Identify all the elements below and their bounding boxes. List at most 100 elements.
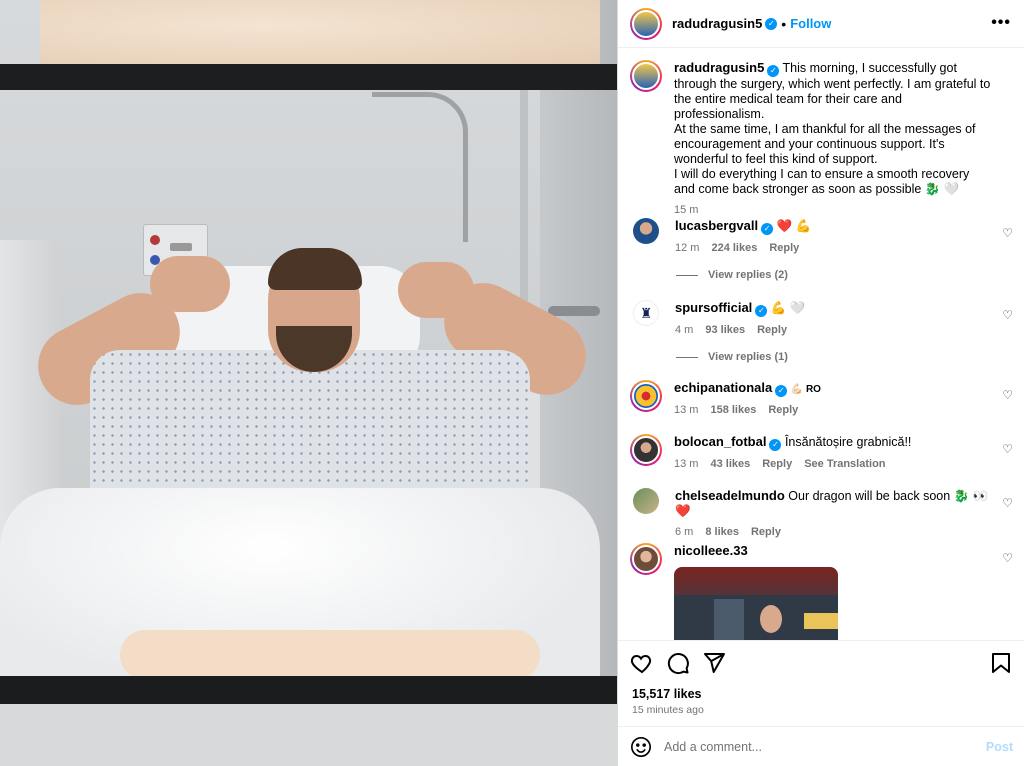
more-icon[interactable]: ••• bbox=[991, 14, 1011, 32]
comment-likes[interactable]: 43 likes bbox=[710, 458, 750, 470]
comment-item: lucasbergvall ✓ ❤️ 💪 12 m 224 likes Reply… bbox=[630, 218, 1013, 254]
comment-meta: 6 m 8 likes Reply bbox=[675, 526, 993, 538]
caption-line-2: At the same time, I am thankful for all … bbox=[674, 122, 976, 166]
comment-time: 13 m bbox=[674, 458, 699, 470]
post-header: radudragusin5 ✓ • Follow ••• bbox=[618, 0, 1024, 48]
comment-username[interactable]: bolocan_fotbal bbox=[674, 434, 766, 449]
photo-iv-pole bbox=[372, 92, 468, 242]
view-replies-button[interactable]: View replies (1) bbox=[676, 351, 788, 363]
comment-text: nicolleee.33 bbox=[674, 543, 992, 559]
caption-text: radudragusin5 ✓ This morning, I successfu… bbox=[674, 60, 992, 197]
caption-line-3: I will do everything I can to ensure a s… bbox=[674, 167, 970, 196]
comment-time: 13 m bbox=[674, 404, 699, 416]
comment-meta: 4 m 93 likes Reply bbox=[675, 324, 993, 336]
comment-image-face bbox=[760, 605, 782, 633]
post-button[interactable]: Post bbox=[986, 740, 1013, 754]
comment-body: 💪🏻 RO bbox=[790, 384, 821, 395]
share-icon[interactable] bbox=[702, 651, 726, 675]
comment-avatar[interactable] bbox=[633, 218, 659, 244]
comment-username[interactable]: chelseadelmundo bbox=[675, 488, 785, 503]
header-separator: • bbox=[781, 15, 787, 32]
bookmark-icon[interactable] bbox=[989, 651, 1013, 675]
comment-image[interactable] bbox=[674, 567, 838, 640]
verified-icon: ✓ bbox=[755, 305, 768, 317]
verified-icon: ✓ bbox=[765, 17, 778, 30]
comment-text: chelseadelmundo Our dragon will be back … bbox=[675, 488, 993, 519]
comment-icon[interactable] bbox=[666, 651, 690, 675]
photo-right-forearm bbox=[398, 262, 474, 318]
author-avatar[interactable] bbox=[630, 7, 662, 40]
author-username[interactable]: radudragusin5 bbox=[672, 16, 762, 31]
heart-icon[interactable]: ♡ bbox=[1002, 308, 1013, 322]
reply-button[interactable]: Reply bbox=[762, 458, 792, 470]
comment-username[interactable]: lucasbergvall bbox=[675, 218, 758, 233]
comment-meta: 13 m 43 likes Reply See Translation bbox=[674, 458, 992, 470]
reply-button[interactable]: Reply bbox=[751, 526, 781, 538]
see-translation-button[interactable]: See Translation bbox=[804, 458, 885, 470]
view-replies-line bbox=[676, 356, 698, 358]
view-replies-label: View replies (2) bbox=[708, 269, 788, 281]
comment-avatar[interactable] bbox=[630, 543, 662, 575]
emoji-icon[interactable] bbox=[630, 736, 652, 758]
verified-icon: ✓ bbox=[761, 223, 774, 235]
photo-blanket-top bbox=[40, 0, 600, 64]
comment-likes[interactable]: 93 likes bbox=[705, 324, 745, 336]
comment-body: Însănătoșire grabnică!! bbox=[784, 435, 912, 449]
photo-bed-rail-top bbox=[0, 64, 617, 90]
caption-meta: 15 m bbox=[674, 204, 992, 216]
comment-image-door bbox=[714, 599, 744, 640]
view-replies-button[interactable]: View replies (2) bbox=[676, 269, 788, 281]
comment-time: 4 m bbox=[675, 324, 694, 336]
comment-input[interactable] bbox=[664, 739, 986, 754]
caption-username[interactable]: radudragusin5 bbox=[674, 60, 764, 75]
comment-avatar[interactable]: ♜ bbox=[633, 300, 659, 326]
post-photo[interactable] bbox=[0, 0, 617, 766]
likes-count[interactable]: 15,517 likes bbox=[632, 687, 702, 701]
add-comment-bar: Post bbox=[618, 726, 1024, 766]
comment-meta: 13 m 158 likes Reply bbox=[674, 404, 992, 416]
comment-avatar[interactable] bbox=[633, 488, 659, 514]
heart-icon[interactable] bbox=[630, 651, 654, 675]
comment-text: bolocan_fotbal ✓ Însănătoșire grabnică!! bbox=[674, 434, 992, 451]
caption: radudragusin5 ✓ This morning, I successfu… bbox=[630, 60, 1013, 216]
comment-body: ❤️ 💪 bbox=[776, 219, 812, 233]
reply-button[interactable]: Reply bbox=[768, 404, 798, 416]
follow-button[interactable]: Follow bbox=[790, 16, 831, 31]
reply-button[interactable]: Reply bbox=[769, 242, 799, 254]
photo-bed-rail-bottom bbox=[0, 676, 617, 704]
spurs-logo-icon: ♜ bbox=[639, 304, 653, 321]
comment-item: nicolleee.33 ♡ bbox=[630, 543, 1013, 640]
comment-body: 💪 🤍 bbox=[770, 301, 806, 315]
photo-hair bbox=[268, 248, 362, 290]
comment-image-bench bbox=[804, 613, 838, 629]
comments-list[interactable]: radudragusin5 ✓ This morning, I successfu… bbox=[618, 48, 1024, 640]
verified-icon: ✓ bbox=[769, 439, 782, 451]
post-time: 15 minutes ago bbox=[632, 704, 704, 716]
comment-avatar[interactable] bbox=[630, 434, 662, 466]
heart-icon[interactable]: ♡ bbox=[1002, 226, 1013, 240]
comment-text: echipanationala ✓ 💪🏻 RO bbox=[674, 380, 992, 397]
photo-left-forearm bbox=[150, 256, 230, 312]
verified-icon: ✓ bbox=[767, 65, 780, 77]
comment-item: chelseadelmundo Our dragon will be back … bbox=[630, 488, 1013, 538]
comment-username[interactable]: echipanationala bbox=[674, 380, 772, 395]
heart-icon[interactable]: ♡ bbox=[1002, 442, 1013, 456]
caption-avatar[interactable] bbox=[630, 60, 662, 92]
comment-likes[interactable]: 224 likes bbox=[711, 242, 757, 254]
heart-icon[interactable]: ♡ bbox=[1002, 388, 1013, 402]
comment-item: ♜ spursofficial ✓ 💪 🤍 4 m 93 likes Reply … bbox=[630, 300, 1013, 336]
reply-button[interactable]: Reply bbox=[757, 324, 787, 336]
comment-username[interactable]: nicolleee.33 bbox=[674, 543, 748, 558]
comment-username[interactable]: spursofficial bbox=[675, 300, 752, 315]
comment-avatar[interactable] bbox=[630, 380, 662, 412]
comment-time: 6 m bbox=[675, 526, 694, 538]
heart-icon[interactable]: ♡ bbox=[1002, 496, 1013, 510]
photo-blanket-fold bbox=[120, 630, 540, 680]
view-replies-line bbox=[676, 274, 698, 276]
view-replies-label: View replies (1) bbox=[708, 351, 788, 363]
comment-text: spursofficial ✓ 💪 🤍 bbox=[675, 300, 993, 317]
heart-icon[interactable]: ♡ bbox=[1002, 551, 1013, 565]
verified-icon: ✓ bbox=[775, 385, 788, 397]
comment-likes[interactable]: 158 likes bbox=[710, 404, 756, 416]
comment-likes[interactable]: 8 likes bbox=[705, 526, 739, 538]
